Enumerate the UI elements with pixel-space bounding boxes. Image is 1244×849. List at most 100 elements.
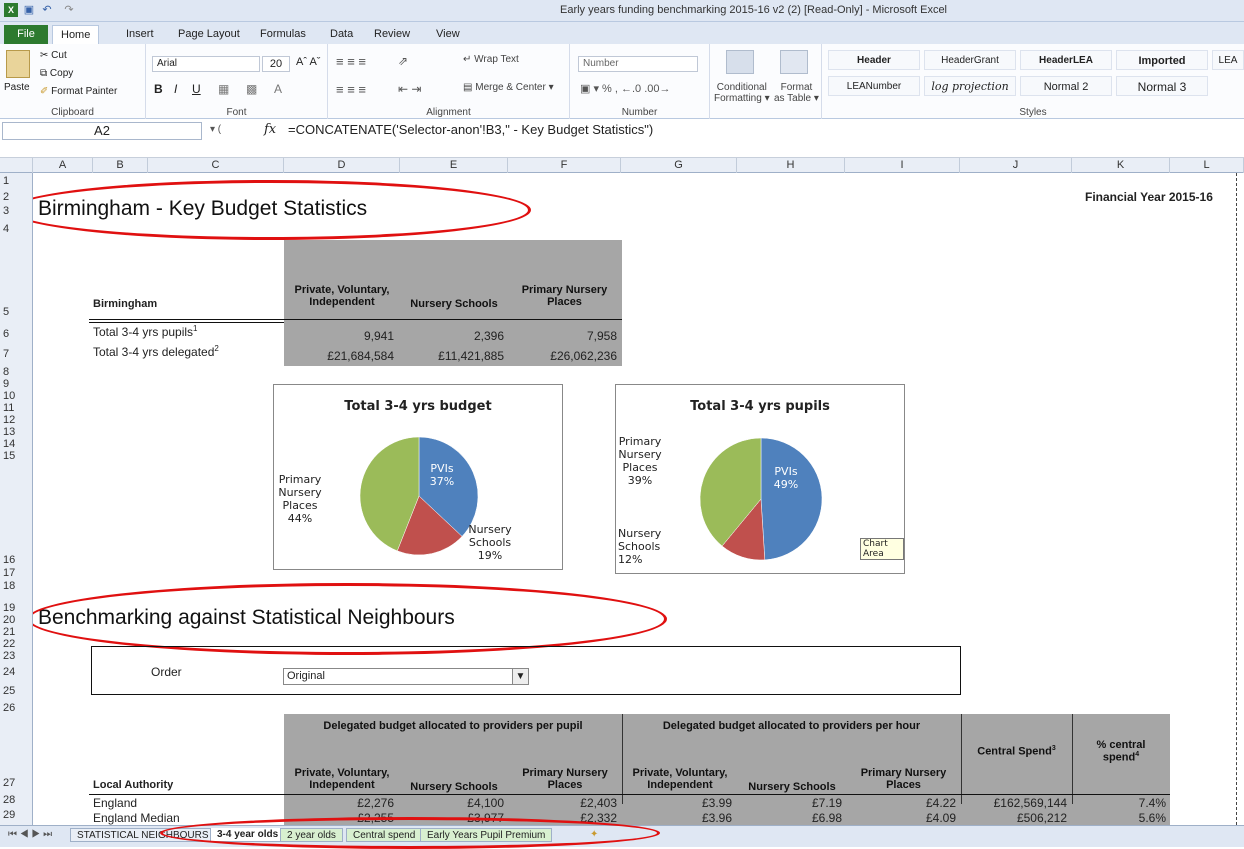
row-header[interactable]: 23 (0, 650, 33, 662)
worksheet[interactable]: Birmingham - Key Budget Statistics Finan… (33, 173, 1244, 825)
row-header[interactable]: 3 (0, 205, 33, 217)
row-header[interactable]: 18 (0, 580, 33, 592)
row-header[interactable]: 14 (0, 438, 33, 450)
column-header[interactable]: G (621, 158, 737, 173)
tab-formulas[interactable]: Formulas (252, 25, 314, 44)
chart-pupils[interactable]: Total 3-4 yrs pupils PVIs 49% Nursery Sch… (615, 384, 905, 574)
row-header[interactable]: 5 (0, 306, 33, 318)
wrap-text-button[interactable]: ↵ Wrap Text (463, 54, 519, 65)
grow-font-icon[interactable]: Aˆ Aˇ (296, 56, 320, 68)
font-name-select[interactable]: Arial (152, 56, 260, 72)
style-lea[interactable]: LEA (1212, 50, 1244, 70)
row-header[interactable]: 8 (0, 366, 33, 378)
row-header[interactable]: 9 (0, 378, 33, 390)
row-header[interactable]: 29 (0, 809, 33, 821)
align-left-icon[interactable]: ≡ ≡ ≡ (336, 82, 366, 97)
copy-button[interactable]: ⧉ Copy (40, 68, 73, 79)
name-box-dropdown-icon[interactable]: ▾ ( (210, 124, 221, 135)
row-header[interactable]: 26 (0, 702, 33, 714)
style-imported[interactable]: Imported (1116, 50, 1208, 70)
order-dropdown[interactable]: Original ▼ (283, 668, 529, 685)
save-icon[interactable]: ▣ (22, 3, 36, 17)
orientation-icon[interactable]: ⇗ (398, 54, 408, 68)
indent-icon[interactable]: ⇤ ⇥ (398, 82, 421, 96)
tab-file[interactable]: File (4, 25, 48, 44)
fill-color-icon[interactable]: ▩ (246, 82, 257, 96)
fx-icon[interactable]: fx (264, 122, 276, 137)
tab-page-layout[interactable]: Page Layout (170, 25, 248, 44)
paste-icon[interactable] (6, 50, 30, 78)
select-all-corner[interactable] (0, 158, 33, 173)
border-icon[interactable]: ▦ (218, 82, 229, 96)
italic-icon[interactable]: I (174, 82, 177, 96)
column-header[interactable]: A (33, 158, 93, 173)
redo-icon[interactable]: ↷ (62, 3, 76, 17)
row-header[interactable]: 12 (0, 414, 33, 426)
style-log-projection[interactable]: log projection (924, 76, 1016, 96)
row-header[interactable]: 17 (0, 567, 33, 579)
name-box[interactable]: A2 (2, 122, 202, 140)
formula-input[interactable]: =CONCATENATE('Selector-anon'!B3," - Key … (288, 122, 653, 137)
style-header[interactable]: Header (828, 50, 920, 70)
column-header[interactable]: K (1072, 158, 1170, 173)
row-header[interactable]: 25 (0, 685, 33, 697)
dropdown-arrow-icon[interactable]: ▼ (512, 669, 528, 684)
column-header[interactable]: C (148, 158, 284, 173)
style-headergrant[interactable]: HeaderGrant (924, 50, 1016, 70)
conditional-formatting-icon[interactable] (726, 50, 754, 74)
style-normal-3[interactable]: Normal 3 (1116, 76, 1208, 96)
format-as-table-button[interactable]: Format as Table ▾ (774, 82, 819, 104)
column-header[interactable]: B (93, 158, 148, 173)
underline-icon[interactable]: U (192, 82, 201, 96)
tab-review[interactable]: Review (366, 25, 418, 44)
format-painter-button[interactable]: ✐ Format Painter (40, 86, 117, 97)
column-header[interactable]: H (737, 158, 845, 173)
style-leanumber[interactable]: LEANumber (828, 76, 920, 96)
column-header[interactable]: D (284, 158, 400, 173)
chart-budget[interactable]: Total 3-4 yrs budget PVIs 37% Nursery Sch… (273, 384, 563, 570)
merge-icon: ▤ (463, 82, 476, 93)
row-header[interactable]: 6 (0, 328, 33, 340)
tab-home[interactable]: Home (52, 25, 100, 44)
conditional-formatting-button[interactable]: Conditional Formatting ▾ (714, 82, 770, 104)
row-header[interactable]: 21 (0, 626, 33, 638)
column-header[interactable]: F (508, 158, 621, 173)
pie-slice-pvis[interactable] (760, 437, 823, 561)
font-size-select[interactable]: 20 (262, 56, 290, 72)
style-headerlea[interactable]: HeaderLEA (1020, 50, 1112, 70)
tab-view[interactable]: View (428, 25, 468, 44)
row-header[interactable]: 24 (0, 666, 33, 678)
sheet-nav-icon[interactable]: ⏮ ◀ ▶ ⏭ (2, 828, 58, 842)
row-header[interactable]: 28 (0, 794, 33, 806)
row-header[interactable]: 11 (0, 402, 33, 414)
tab-insert[interactable]: Insert (118, 25, 162, 44)
font-color-icon[interactable]: A (274, 82, 282, 96)
number-format-select[interactable]: Number (578, 56, 698, 72)
row-header[interactable]: 16 (0, 554, 33, 566)
column-header[interactable]: J (960, 158, 1072, 173)
column-header[interactable]: I (845, 158, 960, 173)
cut-button[interactable]: ✂ Cut (40, 50, 67, 61)
merge-center-button[interactable]: ▤ Merge & Center ▾ (463, 82, 554, 93)
row-header[interactable]: 20 (0, 614, 33, 626)
bold-icon[interactable]: B (154, 82, 163, 96)
row-header[interactable]: 7 (0, 348, 33, 360)
row-header[interactable]: 22 (0, 638, 33, 650)
row-header[interactable]: 2 (0, 191, 33, 203)
currency-icon[interactable]: ▣ ▾ % , ←.0 .00→ (580, 82, 671, 95)
format-as-table-icon[interactable] (780, 50, 808, 74)
row-header[interactable]: 27 (0, 777, 33, 789)
column-header[interactable]: E (400, 158, 508, 173)
row-header[interactable]: 1 (0, 175, 33, 187)
paste-button[interactable]: Paste (4, 82, 30, 93)
row-header[interactable]: 19 (0, 602, 33, 614)
align-top-icon[interactable]: ≡ ≡ ≡ (336, 54, 366, 69)
row-header[interactable]: 4 (0, 223, 33, 235)
column-header[interactable]: L (1170, 158, 1244, 173)
tab-data[interactable]: Data (322, 25, 361, 44)
undo-icon[interactable]: ↶ (40, 3, 54, 17)
row-header[interactable]: 15 (0, 450, 33, 462)
row-header[interactable]: 10 (0, 390, 33, 402)
style-normal-2[interactable]: Normal 2 (1020, 76, 1112, 96)
row-header[interactable]: 13 (0, 426, 33, 438)
